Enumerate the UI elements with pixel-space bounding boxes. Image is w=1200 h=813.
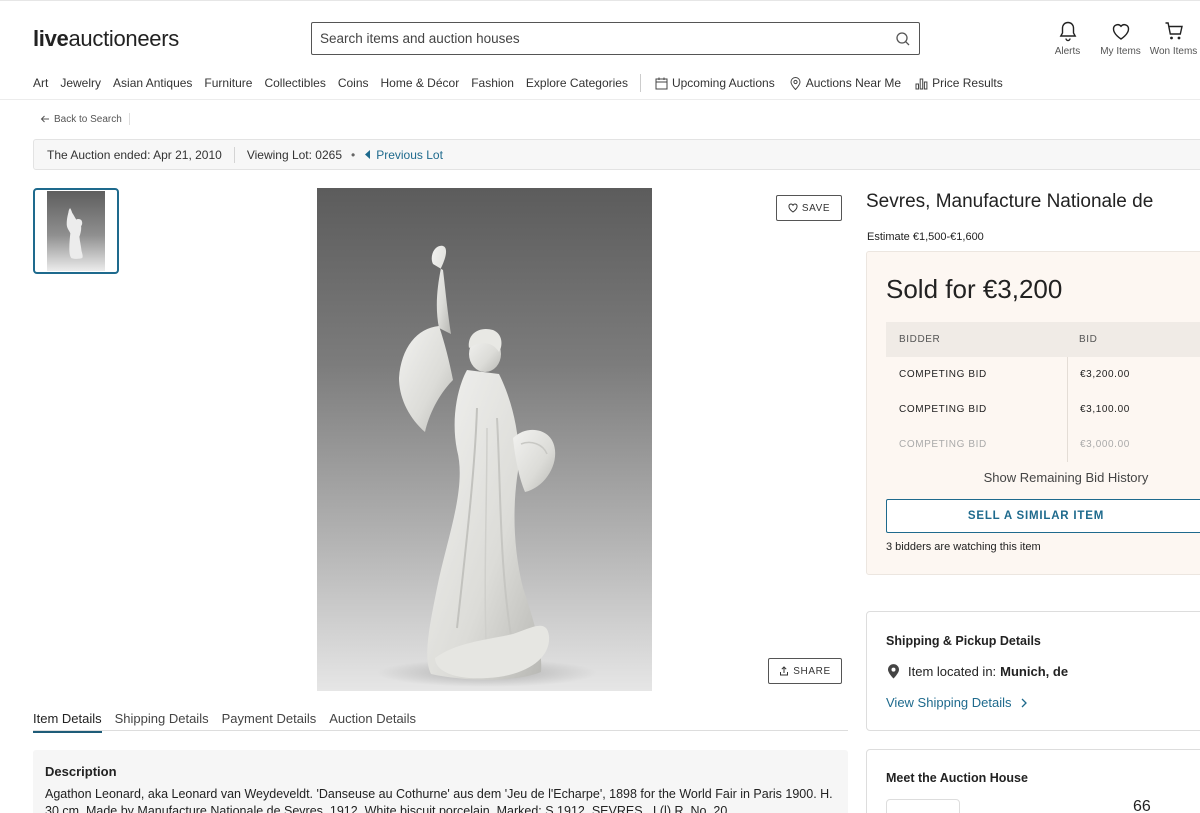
nav-near-me-label: Auctions Near Me bbox=[805, 76, 902, 90]
back-label: Back to Search bbox=[54, 113, 122, 125]
main-lot-image[interactable] bbox=[317, 188, 652, 691]
share-button[interactable]: SHARE bbox=[768, 658, 842, 684]
site-logo[interactable]: liveauctioneers bbox=[33, 26, 179, 52]
nav-art[interactable]: Art bbox=[33, 76, 48, 90]
location-label: Item located in: bbox=[908, 664, 997, 679]
chevron-right-icon bbox=[1021, 698, 1027, 707]
category-nav: Art Jewelry Asian Antiques Furniture Col… bbox=[33, 74, 1017, 92]
back-to-search-link[interactable]: Back to Search bbox=[40, 113, 130, 125]
bid-amount-cell: €3,200.00 bbox=[1067, 357, 1130, 392]
my-items-label: My Items bbox=[1100, 46, 1141, 57]
bid-row: COMPETING BID €3,200.00 bbox=[886, 357, 1200, 392]
search-input[interactable] bbox=[320, 31, 895, 46]
nav-divider bbox=[639, 74, 641, 92]
statuette-illustration bbox=[377, 245, 597, 687]
cart-icon bbox=[1165, 22, 1183, 40]
nav-upcoming-auctions[interactable]: Upcoming Auctions bbox=[655, 76, 775, 90]
bidder-cell: COMPETING BID bbox=[899, 369, 987, 380]
nav-price-results-label: Price Results bbox=[932, 76, 1003, 90]
arrow-left-icon bbox=[40, 115, 49, 123]
nav-collectibles[interactable]: Collectibles bbox=[264, 76, 325, 90]
description-text: Agathon Leonard, aka Leonard van Weydeve… bbox=[45, 787, 833, 813]
nav-jewelry[interactable]: Jewelry bbox=[60, 76, 101, 90]
auction-status-banner: The Auction ended: Apr 21, 2010 Viewing … bbox=[33, 139, 1200, 170]
show-remaining-bid-history-link[interactable]: Show Remaining Bid History bbox=[886, 470, 1200, 485]
tabs-underline bbox=[33, 730, 848, 731]
bar-chart-icon bbox=[915, 78, 928, 89]
alerts-label: Alerts bbox=[1054, 46, 1081, 57]
shipping-panel: Shipping & Pickup Details Item located i… bbox=[866, 611, 1200, 731]
thumbnail-image bbox=[47, 191, 105, 271]
bidder-cell: COMPETING BID bbox=[899, 439, 987, 450]
auction-house-panel: Meet the Auction House 66 bbox=[866, 749, 1200, 813]
sold-panel: Sold for €3,200 BIDDER BID COMPETING BID… bbox=[866, 251, 1200, 575]
heart-outline-icon bbox=[788, 203, 798, 213]
location-value: Munich, de bbox=[1000, 664, 1069, 679]
view-shipping-details-link[interactable]: View Shipping Details bbox=[886, 695, 1028, 710]
heart-icon bbox=[1112, 24, 1129, 40]
viewing-lot-text: Viewing Lot: 0265 bbox=[246, 147, 342, 162]
share-icon bbox=[780, 666, 789, 676]
banner-divider bbox=[233, 146, 235, 163]
back-divider bbox=[128, 113, 130, 125]
auction-house-logo[interactable] bbox=[886, 799, 960, 813]
auction-house-number: 66 bbox=[1133, 798, 1151, 813]
nav-price-results[interactable]: Price Results bbox=[915, 76, 1003, 90]
nav-upcoming-label: Upcoming Auctions bbox=[671, 76, 775, 90]
bid-column-header: BID bbox=[1079, 334, 1098, 345]
bid-table-header: BIDDER BID bbox=[886, 322, 1200, 357]
bidder-cell: COMPETING BID bbox=[899, 404, 987, 415]
location-pin-icon bbox=[888, 664, 899, 679]
lot-estimate: Estimate €1,500-€1,600 bbox=[867, 231, 984, 243]
auction-ended-text: The Auction ended: Apr 21, 2010 bbox=[47, 147, 222, 162]
header-actions: Alerts My Items Won Items bbox=[1041, 20, 1200, 57]
caret-left-icon bbox=[365, 150, 371, 159]
lot-title: Sevres, Manufacture Nationale de bbox=[866, 191, 1154, 212]
bid-amount-cell: €3,000.00 bbox=[1067, 427, 1130, 462]
save-label: SAVE bbox=[801, 202, 831, 214]
sold-price: Sold for €3,200 bbox=[886, 274, 1063, 304]
nav-furniture[interactable]: Furniture bbox=[204, 76, 252, 90]
sell-similar-item-button[interactable]: SELL A SIMILAR ITEM bbox=[886, 499, 1200, 533]
item-location: Item located in: Munich, de bbox=[887, 664, 1068, 679]
my-items-button[interactable]: My Items bbox=[1094, 20, 1147, 57]
won-items-button[interactable]: Won Items bbox=[1147, 20, 1200, 57]
search-icon[interactable] bbox=[895, 31, 911, 47]
bidder-column-header: BIDDER bbox=[899, 334, 941, 345]
previous-lot-label: Previous Lot bbox=[376, 147, 443, 162]
description-title: Description bbox=[45, 764, 117, 779]
share-label: SHARE bbox=[793, 665, 831, 677]
watchers-count-text: 3 bidders are watching this item bbox=[886, 541, 1041, 553]
auction-house-title: Meet the Auction House bbox=[886, 771, 1028, 785]
bell-icon bbox=[1059, 21, 1076, 42]
banner-dot: • bbox=[351, 147, 356, 162]
header-divider bbox=[0, 99, 1200, 100]
description-section: Description Agathon Leonard, aka Leonard… bbox=[33, 750, 848, 813]
nav-coins[interactable]: Coins bbox=[338, 76, 369, 90]
bid-history-table: BIDDER BID COMPETING BID €3,200.00 COMPE… bbox=[886, 322, 1200, 462]
nav-explore-categories[interactable]: Explore Categories bbox=[526, 76, 628, 90]
nav-fashion[interactable]: Fashion bbox=[471, 76, 514, 90]
won-items-label: Won Items bbox=[1149, 46, 1198, 57]
view-shipping-label: View Shipping Details bbox=[886, 695, 1012, 710]
bid-row: COMPETING BID €3,000.00 bbox=[886, 427, 1200, 462]
search-bar[interactable] bbox=[311, 22, 920, 55]
calendar-icon bbox=[655, 77, 668, 89]
alerts-button[interactable]: Alerts bbox=[1041, 20, 1094, 57]
previous-lot-link[interactable]: Previous Lot bbox=[364, 148, 443, 162]
nav-asian-antiques[interactable]: Asian Antiques bbox=[113, 76, 192, 90]
top-border bbox=[0, 0, 1200, 1]
bid-amount-cell: €3,100.00 bbox=[1067, 392, 1130, 427]
shipping-title: Shipping & Pickup Details bbox=[886, 634, 1041, 648]
location-pin-icon bbox=[790, 76, 801, 90]
bid-row: COMPETING BID €3,100.00 bbox=[886, 392, 1200, 427]
nav-auctions-near-me[interactable]: Auctions Near Me bbox=[789, 76, 901, 90]
nav-home-decor[interactable]: Home & Décor bbox=[381, 76, 460, 90]
thumbnail-statuette bbox=[66, 208, 83, 259]
image-thumbnail[interactable] bbox=[33, 188, 119, 274]
save-button[interactable]: SAVE bbox=[776, 195, 842, 221]
